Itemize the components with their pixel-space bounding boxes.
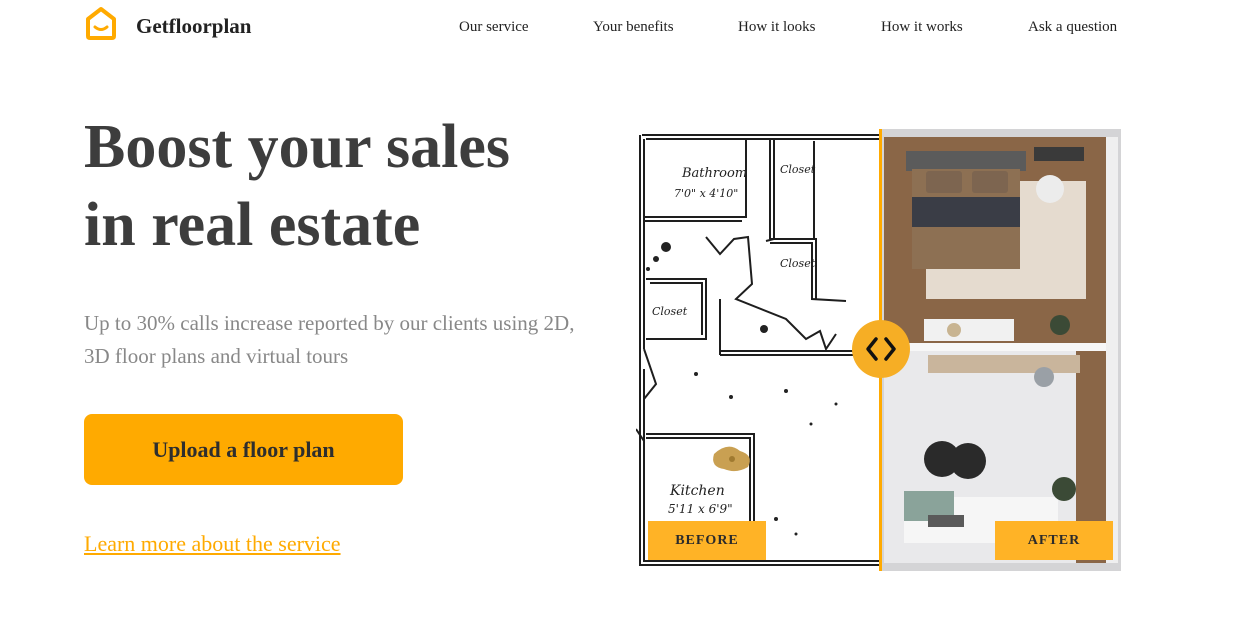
- chevron-left-right-icon: [866, 337, 896, 361]
- nav-item-ask-a-question[interactable]: Ask a question: [1028, 19, 1117, 36]
- site-header: Getfloorplan Our service Your benefits H…: [0, 0, 1254, 60]
- brand-name[interactable]: Getfloorplan: [136, 14, 252, 39]
- sketch-label-bathroom: Bathroom: [681, 166, 747, 181]
- before-label: BEFORE: [648, 521, 766, 560]
- sketch-label-closet-2: Closet: [780, 257, 816, 270]
- nav-item-how-it-looks[interactable]: How it looks: [738, 19, 816, 36]
- slider-handle[interactable]: [852, 320, 910, 378]
- sketch-label-closet-1: Closet: [780, 163, 816, 176]
- hero-title-line-2: in real estate: [84, 191, 421, 259]
- hero-title-line-1: Boost your sales: [84, 113, 511, 181]
- upload-floor-plan-button[interactable]: Upload a floor plan: [84, 414, 403, 485]
- sketch-label-kitchen: Kitchen: [669, 483, 725, 499]
- sketch-label-bathroom-size: 7'0" x 4'10": [674, 187, 738, 200]
- after-label: AFTER: [995, 521, 1113, 560]
- sketch-label-closet-3: Closet: [652, 305, 688, 318]
- house-icon[interactable]: [84, 6, 118, 40]
- before-after-slider[interactable]: Bathroom 7'0" x 4'10" Closet Closet Clos…: [636, 129, 1121, 571]
- hero-title: Boost your sales in real estate: [84, 108, 604, 264]
- nav-item-our-service[interactable]: Our service: [459, 19, 529, 36]
- learn-more-link[interactable]: Learn more about the service: [84, 531, 341, 557]
- nav-item-how-it-works[interactable]: How it works: [881, 19, 963, 36]
- nav-item-your-benefits[interactable]: Your benefits: [593, 19, 674, 36]
- hero-subtitle: Up to 30% calls increase reported by our…: [84, 311, 575, 368]
- sketch-label-kitchen-size: 5'11 x 6'9": [668, 502, 733, 516]
